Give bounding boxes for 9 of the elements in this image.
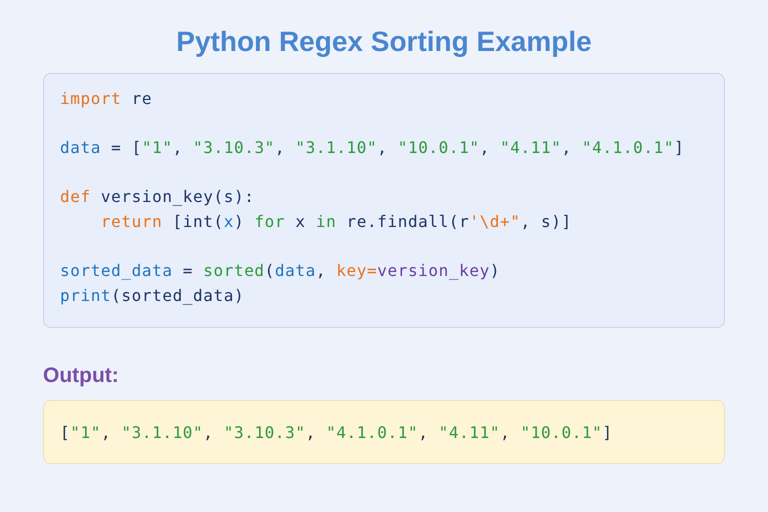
code-line: import re <box>60 88 152 110</box>
code-line: sorted_data = sorted(data, key=version_key) <box>60 260 500 282</box>
page-title: Python Regex Sorting Example <box>175 25 593 59</box>
code-line: def version_key(s): <box>60 186 254 208</box>
code-line: data = ["1", "3.10.3", "3.1.10", "10.0.1", "4.11", "4.1.0.1"] <box>60 137 684 159</box>
code-line: print(sorted_data) <box>60 285 244 307</box>
output-label: Output: <box>43 363 119 389</box>
code-line: return [int(x) for x in re.findall(r'\d+", s)] <box>100 211 572 233</box>
output-line: ["1", "3.1.10", "3.10.3", "4.1.0.1", "4.11", "10.0.1"] <box>60 422 613 444</box>
